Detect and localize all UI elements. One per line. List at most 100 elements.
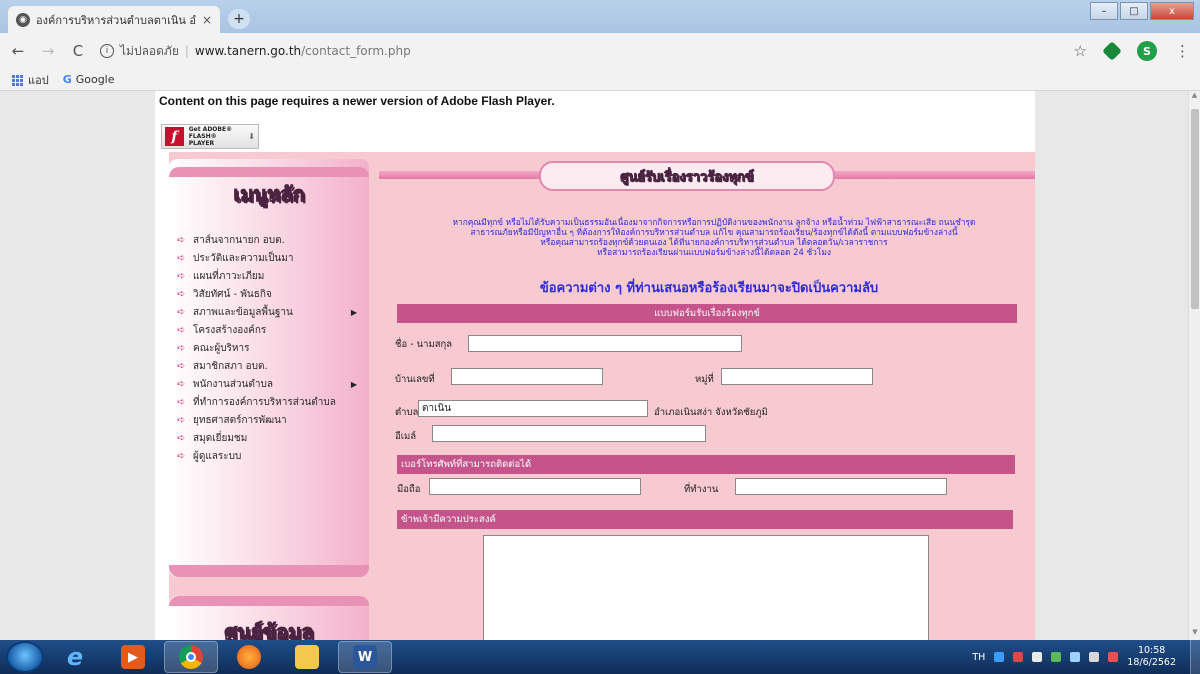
menu-item[interactable]: ➪ ที่ทำการองค์การบริหารส่วนตำบล (177, 393, 369, 411)
moo-input[interactable] (721, 368, 873, 385)
google-bookmark[interactable]: G Google (63, 73, 115, 86)
clock-time: 10:58 (1137, 645, 1166, 656)
clock-date: 18/6/2562 (1127, 657, 1176, 668)
menu-item[interactable]: ➪ คณะผู้บริหาร (177, 339, 369, 357)
menu-item[interactable]: ➪ ผู้ดูแลระบบ (177, 447, 369, 465)
menu-item[interactable]: ➪ โครงสร้างองค์กร (177, 321, 369, 339)
menu-item-label: พนักงานส่วนตำบล (193, 378, 273, 390)
apps-bookmark[interactable]: แอป (12, 71, 49, 89)
tray-app-icon[interactable] (994, 652, 1005, 662)
name-input[interactable] (468, 335, 742, 352)
menu-item-label: วิสัยทัศน์ - พันธกิจ (193, 288, 272, 300)
close-window-button[interactable]: x (1150, 2, 1194, 20)
adobe-flash-icon: f (165, 127, 184, 146)
address-bar[interactable]: i ไม่ปลอดภัย | www.tanern.go.th/contact_… (100, 38, 1060, 64)
url-separator: | (184, 44, 189, 58)
profile-avatar[interactable]: S (1137, 41, 1157, 61)
windows-taskbar: e ▶ W TH 10:58 18/6/2562 (0, 640, 1200, 674)
mobile-input[interactable] (429, 478, 641, 495)
scroll-up-icon[interactable]: ▲ (1189, 91, 1200, 103)
taskbar-chrome[interactable] (164, 641, 218, 673)
taskbar-media[interactable]: ▶ (106, 641, 160, 673)
reload-icon[interactable]: C (70, 42, 86, 60)
taskbar-explorer[interactable] (280, 641, 334, 673)
forward-icon[interactable]: → (40, 42, 56, 60)
volume-icon[interactable] (1032, 652, 1043, 662)
tray-app-icon[interactable] (1013, 652, 1024, 662)
network-icon[interactable] (1070, 652, 1081, 662)
folder-icon (295, 645, 319, 669)
start-button[interactable] (6, 641, 44, 673)
menu-item[interactable]: ➪ แผนที่ภาวะเภียม (177, 267, 369, 285)
menu-item[interactable]: ➪ สาส์นจากนายก อบต. (177, 231, 369, 249)
page-scrollbar[interactable]: ▲ ▼ (1188, 91, 1200, 640)
tray-app-icon[interactable] (1051, 652, 1062, 662)
window-controls: – □ x (1090, 2, 1194, 20)
browser-menu-icon[interactable]: ⋮ (1175, 42, 1190, 60)
info-icon[interactable]: i (100, 44, 114, 58)
chrome-icon (179, 645, 203, 669)
menu-item[interactable]: ➪ สมุดเยี่ยมชม (177, 429, 369, 447)
google-label: Google (75, 73, 115, 86)
scrollbar-thumb[interactable] (1191, 109, 1199, 309)
language-indicator[interactable]: TH (972, 652, 985, 663)
tab-close-icon[interactable]: × (202, 13, 212, 27)
system-clock[interactable]: 10:58 18/6/2562 (1127, 645, 1176, 669)
taskbar-firefox[interactable] (222, 641, 276, 673)
media-player-icon: ▶ (121, 645, 145, 669)
main-menu-title: เมนูหลัก (233, 182, 305, 207)
phone-section-bar: เบอร์โทรศัพท์ที่สามารถติดต่อได้ (397, 455, 1015, 474)
url-path: /contact_form.php (301, 44, 411, 58)
house-no-label: บ้านเลขที่ (395, 374, 435, 385)
house-no-input[interactable] (451, 368, 603, 385)
scroll-down-icon[interactable]: ▼ (1189, 628, 1200, 640)
menu-item[interactable]: ➪ สภาพและข้อมูลพื้นฐาน ▶ (177, 303, 369, 321)
email-input[interactable] (432, 425, 706, 442)
complaint-center-title: ศูนย์รับเรื่องราวร้องทุกข์ (539, 161, 835, 191)
get-flash-player-button[interactable]: f Get ADOBE® FLASH® PLAYER ⬇ (161, 124, 259, 149)
menu-item-label: ยุทธศาสตร์การพัฒนา (193, 414, 287, 426)
menu-item[interactable]: ➪ ประวัติและความเป็นมา (177, 249, 369, 267)
minimize-button[interactable]: – (1090, 2, 1118, 20)
main-menu-sidebar: เมนูหลัก ➪ สาส์นจากนายก อบต. ➪ ประวัติและคว… (169, 159, 369, 577)
tambon-input[interactable]: ตาเนิน (418, 400, 648, 417)
menu-item[interactable]: ➪ วิสัยทัศน์ - พันธกิจ (177, 285, 369, 303)
browser-tab[interactable]: ◉ องค์การบริหารส่วนตำบลตาเนิน อำเภอ × (8, 6, 220, 33)
menu-item[interactable]: ➪ ยุทธศาสตร์การพัฒนา (177, 411, 369, 429)
back-icon[interactable]: ← (10, 42, 26, 60)
bookmark-star-icon[interactable]: ☆ (1074, 42, 1087, 60)
browser-toolbar: ← → C i ไม่ปลอดภัย | www.tanern.go.th/co… (0, 33, 1200, 69)
page-viewport: Content on this page requires a newer ve… (0, 91, 1188, 640)
taskbar-word[interactable]: W (338, 641, 392, 673)
menu-bullet-icon: ➪ (177, 360, 186, 372)
firefox-icon (237, 645, 261, 669)
apps-label: แอป (28, 73, 49, 87)
menu-item-label: สภาพและข้อมูลพื้นฐาน (193, 306, 293, 318)
notice-line: หรือสามารถร้องเรียนผ่านแบบฟอร์มข้างล่างน… (597, 247, 831, 257)
new-tab-button[interactable]: + (228, 9, 250, 29)
notification-icon[interactable] (1089, 652, 1100, 662)
mobile-label: มือถือ (397, 484, 421, 495)
menu-bullet-icon: ➪ (177, 288, 186, 300)
menu-item[interactable]: ➪ พนักงานส่วนตำบล ▶ (177, 375, 369, 393)
menu-bullet-icon: ➪ (177, 414, 186, 426)
action-center-flag-icon[interactable] (1108, 652, 1119, 662)
menu-bullet-icon: ➪ (177, 324, 186, 336)
word-icon: W (353, 645, 377, 669)
work-phone-input[interactable] (735, 478, 947, 495)
purpose-textarea[interactable] (483, 535, 929, 640)
taskbar-ie[interactable]: e (48, 641, 102, 673)
extension-icon[interactable] (1102, 41, 1122, 61)
work-phone-label: ที่ทำงาน (684, 484, 719, 495)
info-center-box: ศูนย์ข้อมูล (169, 596, 369, 640)
site-favicon-icon: ◉ (16, 12, 30, 27)
menu-item[interactable]: ➪ สมาชิกสภา อบต. (177, 357, 369, 375)
maximize-button[interactable]: □ (1120, 2, 1148, 20)
browser-titlebar: ◉ องค์การบริหารส่วนตำบลตาเนิน อำเภอ × + … (0, 0, 1200, 33)
amphoe-province-text: อำเภอเนินสง่า จังหวัดชัยภูมิ (654, 407, 768, 418)
show-desktop-button[interactable] (1190, 640, 1200, 674)
menu-item-label: โครงสร้างองค์กร (193, 324, 267, 336)
menu-item-label: แผนที่ภาวะเภียม (193, 270, 265, 282)
system-tray: TH 10:58 18/6/2562 (972, 645, 1190, 669)
not-secure-label: ไม่ปลอดภัย (120, 43, 179, 58)
